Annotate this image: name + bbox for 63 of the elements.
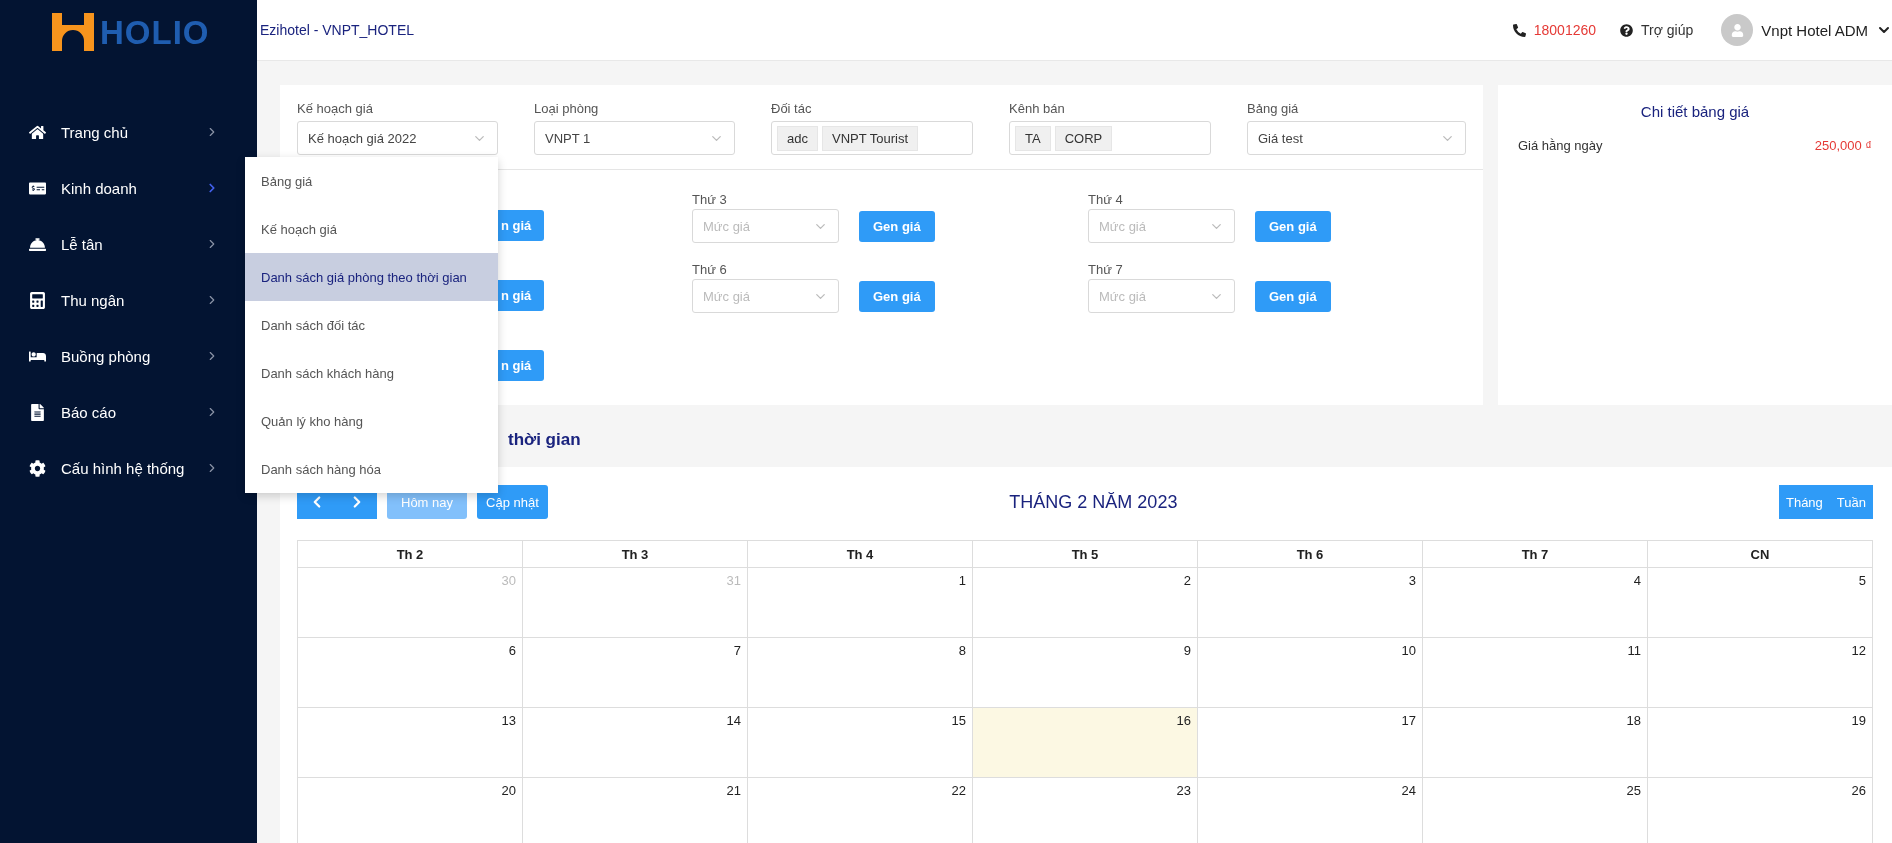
menu-item[interactable]: Kế hoạch giá	[245, 205, 498, 253]
logo-text: HOLIO	[100, 13, 210, 53]
app-title: Ezihotel - VNPT_HOTEL	[260, 22, 415, 38]
field-label: Kế hoạch giá	[297, 101, 374, 116]
day-cell[interactable]: 1	[748, 568, 973, 638]
tag: VNPT Tourist	[821, 125, 919, 151]
field-label: Đối tác	[771, 101, 813, 116]
day-cell[interactable]: 6	[298, 638, 523, 708]
logo-icon	[52, 13, 96, 51]
tag-field[interactable]: adc VNPT Tourist	[771, 121, 973, 155]
menu-item[interactable]: Danh sách hàng hóa	[245, 445, 498, 493]
day-cell[interactable]: 19	[1648, 708, 1873, 778]
menu-item[interactable]: Danh sách khách hàng	[245, 349, 498, 397]
help-link[interactable]: Trợ giúp	[1641, 22, 1694, 38]
menu-item[interactable]: Bảng giá	[245, 157, 498, 205]
phone-number: 18001260	[1533, 22, 1597, 38]
bell-icon	[29, 235, 46, 253]
tag: TA	[1015, 125, 1051, 151]
section-title: thời gian	[508, 430, 581, 450]
day-cell[interactable]: 8	[748, 638, 973, 708]
menu-item[interactable]: Quản lý kho hàng	[245, 397, 498, 445]
day-cell[interactable]: 12	[1648, 638, 1873, 708]
field-label: Thứ 6	[692, 262, 728, 277]
card-title: Chi tiết bảng giá	[1640, 103, 1750, 120]
day-cell[interactable]: 14	[523, 708, 748, 778]
nav-item[interactable]: Trang chủ	[0, 104, 257, 160]
phone-icon	[1512, 23, 1526, 37]
day-cell[interactable]: 7	[523, 638, 748, 708]
tag: CORP	[1054, 125, 1113, 151]
select-field[interactable]: VNPT 1	[534, 121, 735, 155]
day-cell[interactable]: 5	[1648, 568, 1873, 638]
day-cell[interactable]: 15	[748, 708, 973, 778]
day-cell[interactable]: 18	[1423, 708, 1648, 778]
home-icon	[29, 123, 46, 141]
menu-item[interactable]: Danh sách giá phòng theo thời gian	[245, 253, 498, 301]
field-label: Thứ 4	[1088, 192, 1124, 207]
user-name[interactable]: Vnpt Hotel ADM	[1761, 21, 1868, 39]
calculator-icon	[29, 291, 46, 309]
field-label: Kênh bán	[1009, 101, 1066, 116]
day-cell[interactable]: 3	[1198, 568, 1423, 638]
field-label: Bảng giá	[1247, 101, 1300, 116]
tag: adc	[777, 125, 818, 151]
day-cell[interactable]: 16	[973, 708, 1198, 778]
field-label: Thứ 7	[1088, 262, 1124, 277]
help-icon	[1620, 23, 1634, 37]
day-cell[interactable]: 17	[1198, 708, 1423, 778]
menu-item[interactable]: Danh sách đối tác	[245, 301, 498, 349]
select-field[interactable]: Kế hoạch giá 2022	[297, 121, 498, 155]
calendar-title: THÁNG 2 NĂM 2023	[1008, 491, 1179, 513]
day-cell[interactable]: 4	[1423, 568, 1648, 638]
select-field[interactable]: Giá test	[1247, 121, 1466, 155]
day-cell[interactable]: 2	[973, 568, 1198, 638]
day-cell[interactable]: 10	[1198, 638, 1423, 708]
tag-field[interactable]: TA CORP	[1009, 121, 1211, 155]
document-icon	[29, 403, 46, 421]
settings-icon	[29, 459, 46, 477]
field-label: Loại phòng	[534, 101, 600, 116]
price-label: Giá hằng ngày	[1518, 138, 1603, 153]
day-cell[interactable]: 13	[298, 708, 523, 778]
field-label: Thứ 3	[692, 192, 728, 207]
day-cell[interactable]: 9	[973, 638, 1198, 708]
day-cell[interactable]: 11	[1423, 638, 1648, 708]
price-value: 250,000 ₫	[1814, 138, 1872, 153]
